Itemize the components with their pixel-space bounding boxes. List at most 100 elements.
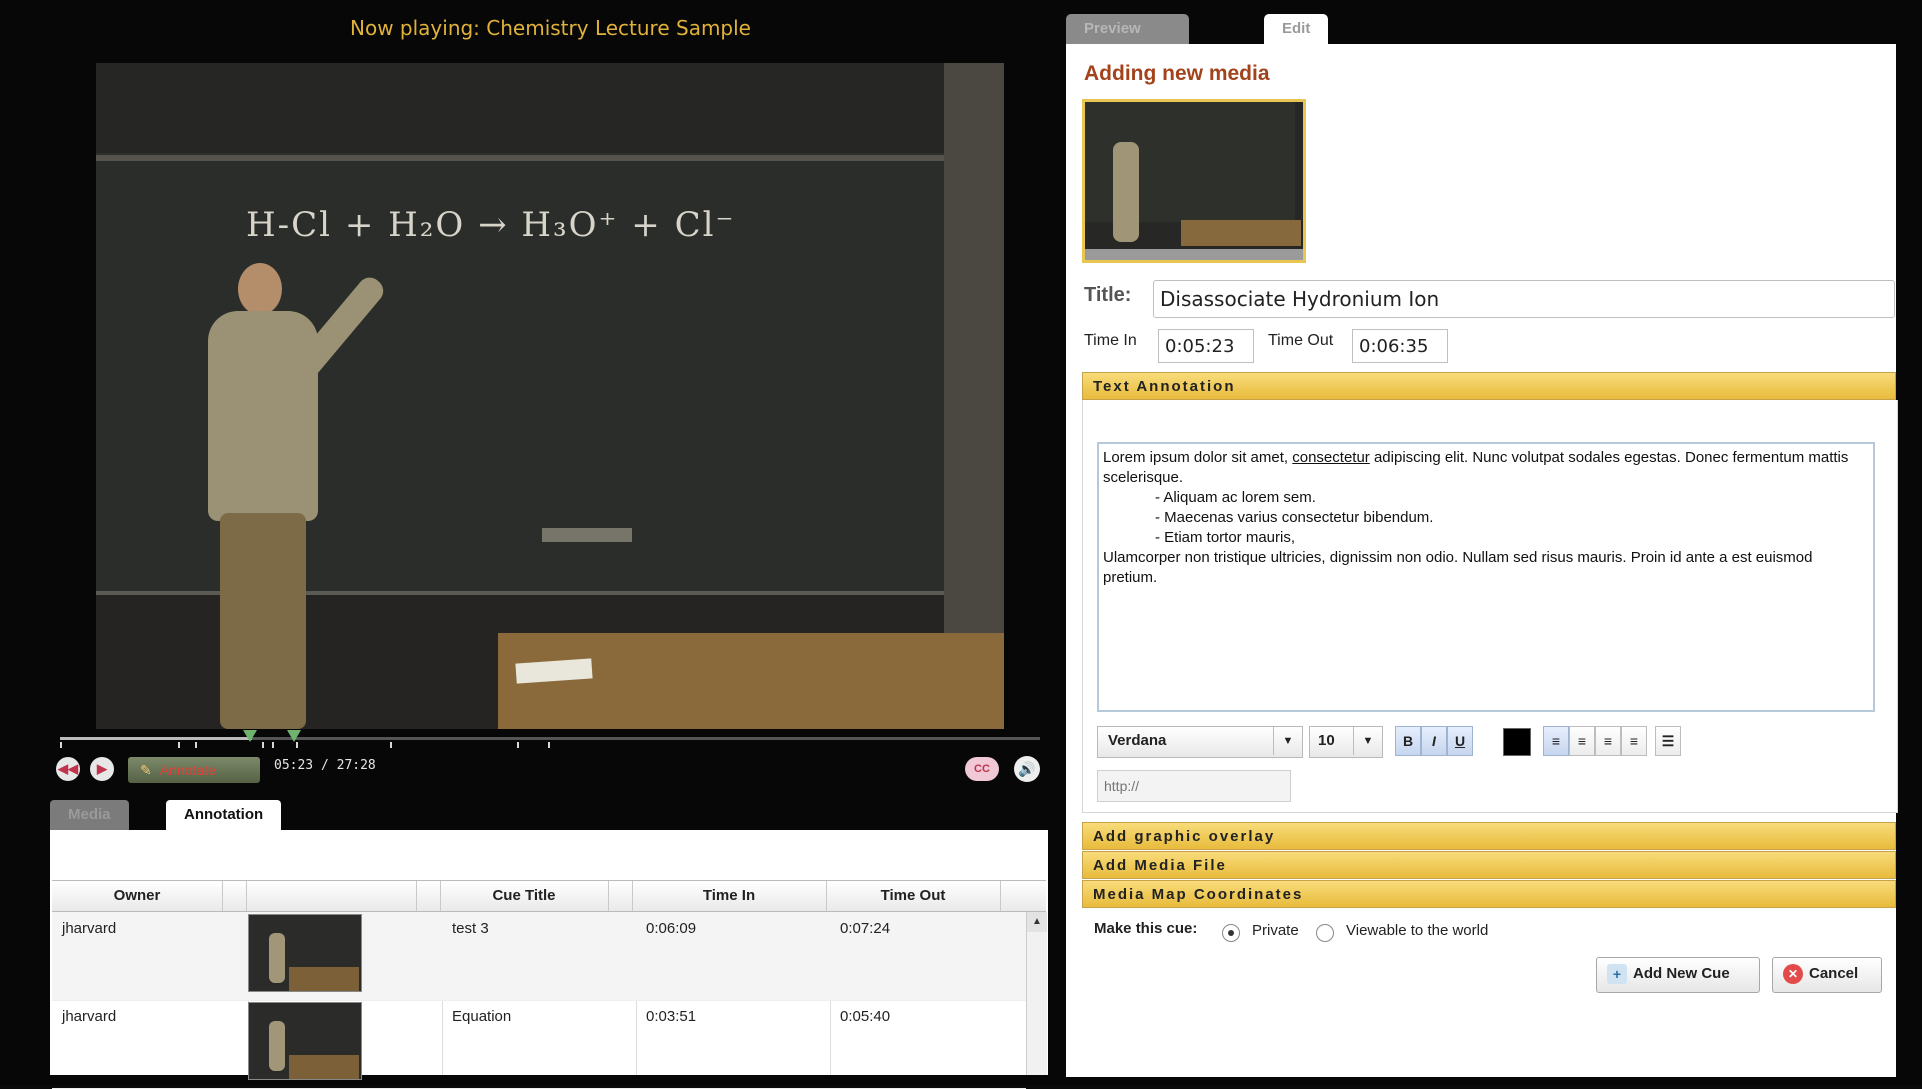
font-family-value: Verdana [1108, 732, 1167, 749]
eraser [542, 528, 632, 542]
tick-marker [296, 742, 298, 748]
col-time-in[interactable]: Time In [632, 881, 827, 911]
table-row[interactable]: jharvard Equation 0:03:51 0:05:40 [52, 1000, 1026, 1089]
chalk-equation: H-Cl + H₂O → H₃O⁺ + Cl⁻ [246, 205, 736, 245]
font-family-select[interactable]: Verdana ▼ [1097, 726, 1303, 758]
cell-time-in: 0:03:51 [646, 1008, 697, 1025]
private-radio[interactable] [1222, 924, 1240, 942]
tab-annotation-cues[interactable]: Annotation Cues [166, 800, 282, 853]
close-icon: ✕ [1783, 964, 1803, 985]
private-label: Private [1252, 922, 1299, 939]
justify-button[interactable]: ≡ [1621, 726, 1647, 756]
cell-owner: jharvard [62, 920, 117, 937]
cue-marker[interactable] [287, 730, 301, 742]
rewind-button[interactable]: ◀◀ [56, 757, 80, 781]
editor-text: Lorem ipsum dolor sit amet, [1103, 449, 1293, 466]
cell-cue-title: Equation [452, 1008, 512, 1025]
align-center-icon: ≡ [1577, 733, 1587, 749]
now-playing-title: Now playing: Chemistry Lecture Sample [350, 16, 751, 40]
align-right-button[interactable]: ≡ [1595, 726, 1621, 756]
bullet-list-button[interactable]: ☰ [1655, 726, 1681, 756]
cell-time-out: 0:05:40 [840, 1008, 891, 1025]
media-map-coordinates-header[interactable]: Media Map Coordinates [1082, 880, 1896, 908]
media-preview-thumbnail [1082, 99, 1306, 263]
cancel-button[interactable]: ✕ Cancel [1772, 957, 1882, 993]
col-sep-c [608, 881, 633, 911]
cell-owner: jharvard [62, 1008, 117, 1025]
pencil-icon: ✎ [140, 762, 152, 778]
public-radio[interactable] [1316, 924, 1334, 942]
italic-button[interactable]: I [1421, 726, 1447, 756]
annotate-label: Annotate [159, 762, 216, 778]
table-row[interactable]: jharvard test 3 0:06:09 0:07:24 [52, 912, 1026, 1001]
bold-button[interactable]: B [1395, 726, 1421, 756]
font-size-value: 10 [1318, 732, 1335, 749]
col-sep-b [416, 881, 441, 911]
col-cue-title[interactable]: Cue Title [440, 881, 609, 911]
text-annotation-header[interactable]: Text Annotation [1082, 372, 1896, 400]
add-media-file-header[interactable]: Add Media File [1082, 851, 1896, 879]
volume-button[interactable]: 🔊 [1014, 756, 1040, 782]
text-annotation-body: Lorem ipsum dolor sit amet, consectetur … [1082, 400, 1898, 813]
desk [498, 633, 1004, 729]
app-frame: Now playing: Chemistry Lecture Sample H-… [0, 0, 1922, 1089]
cue-marker[interactable] [243, 730, 257, 742]
video-player[interactable]: H-Cl + H₂O → H₃O⁺ + Cl⁻ [96, 63, 1004, 729]
time-in-input[interactable] [1158, 329, 1254, 363]
tick-marker [517, 742, 519, 748]
editor-bullet: - Aliquam ac lorem sem. [1155, 489, 1316, 506]
text-color-swatch[interactable] [1503, 728, 1531, 756]
font-size-select[interactable]: 10 ▼ [1309, 726, 1383, 758]
table-scrollbar[interactable]: ▲ [1026, 912, 1047, 1075]
play-icon: ▶ [97, 761, 107, 776]
tick-marker [272, 742, 274, 748]
col-owner[interactable]: Owner [52, 881, 223, 911]
cue-thumbnail [248, 1002, 362, 1080]
play-button[interactable]: ▶ [90, 757, 114, 781]
editor-underlined-text: consectetur [1292, 449, 1370, 466]
scroll-up-icon[interactable]: ▲ [1027, 912, 1047, 932]
lecturer-head [238, 263, 282, 315]
pillar [944, 63, 1004, 729]
align-left-icon: ≡ [1551, 733, 1561, 749]
col-thumbnail[interactable] [246, 881, 417, 911]
closed-captions-button[interactable]: CC [965, 757, 999, 781]
tick-marker [262, 742, 264, 748]
lecturer-legs [220, 513, 306, 729]
cancel-label: Cancel [1809, 965, 1859, 982]
annotation-cues-panel: Owner Cue Title Time In Time Out jharvar… [50, 830, 1048, 1089]
link-url-input[interactable] [1097, 770, 1291, 802]
editor-line: Lorem ipsum dolor sit amet, consectetur … [1103, 448, 1869, 488]
rich-text-editor[interactable]: Lorem ipsum dolor sit amet, consectetur … [1097, 442, 1875, 712]
add-new-cue-label: Add New Cue [1633, 965, 1730, 982]
title-label: Title: [1084, 284, 1132, 306]
progress-track[interactable] [60, 737, 1040, 740]
editor-bullet: - Etiam tortor mauris, [1155, 529, 1296, 546]
add-cue-icon: + [1607, 964, 1627, 985]
lecturer [168, 263, 389, 729]
cell-cue-title: test 3 [452, 920, 489, 937]
title-input[interactable] [1153, 280, 1895, 318]
add-new-cue-button[interactable]: + Add New Cue [1596, 957, 1760, 993]
align-left-button[interactable]: ≡ [1543, 726, 1569, 756]
tab-preview-annotations[interactable]: Preview Annotations [1066, 14, 1190, 67]
annotate-button[interactable]: ✎ Annotate [128, 757, 260, 783]
public-label: Viewable to the world [1346, 922, 1489, 939]
add-graphic-overlay-header[interactable]: Add graphic overlay [1082, 822, 1896, 850]
tick-marker [178, 742, 180, 748]
tab-media-list[interactable]: Media List [50, 800, 129, 853]
time-out-input[interactable] [1352, 329, 1448, 363]
rewind-icon: ◀◀ [58, 761, 78, 776]
chevron-down-icon[interactable]: ▼ [1273, 727, 1302, 755]
tick-marker [60, 742, 62, 748]
tab-edit-info[interactable]: Edit Info [1264, 14, 1329, 67]
speaker-icon: 🔊 [1018, 761, 1036, 777]
col-sep-a [222, 881, 247, 911]
underline-button[interactable]: U [1447, 726, 1473, 756]
chevron-down-icon[interactable]: ▼ [1353, 727, 1382, 755]
align-center-button[interactable]: ≡ [1569, 726, 1595, 756]
timecode: 05:23 / 27:28 [274, 758, 376, 773]
board-upper [96, 63, 944, 153]
justify-icon: ≡ [1629, 733, 1639, 749]
col-time-out[interactable]: Time Out [826, 881, 1001, 911]
